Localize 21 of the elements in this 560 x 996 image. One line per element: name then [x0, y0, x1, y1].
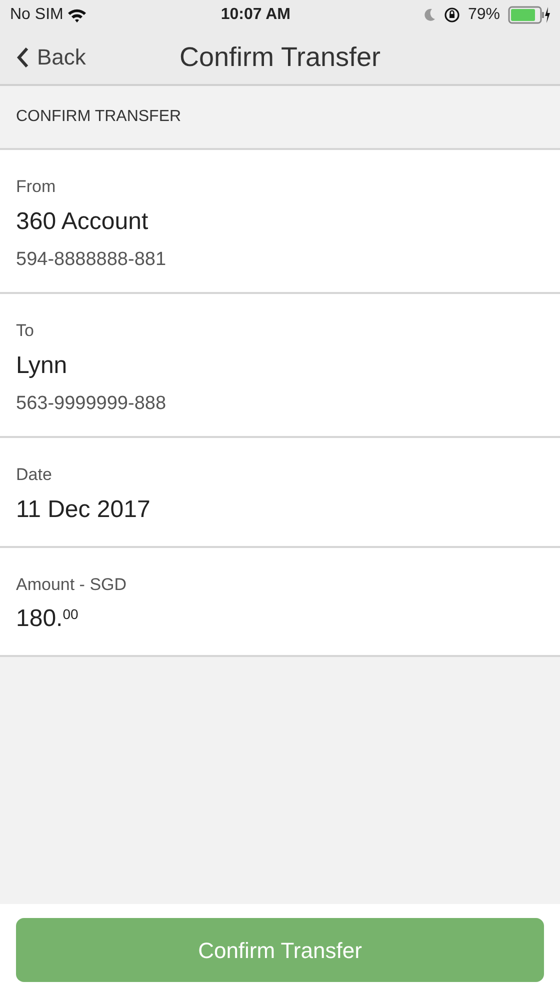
- field-value: Lynn: [16, 350, 68, 380]
- field-label: To: [16, 320, 35, 342]
- field-value: 11 Dec 2017: [16, 494, 152, 524]
- rotation-lock-icon: [444, 7, 460, 23]
- chevron-left-icon: [16, 46, 29, 68]
- section-header: CONFIRM TRANSFER: [16, 107, 182, 127]
- screen-title: Confirm Transfer: [179, 40, 381, 74]
- battery-text: 79%: [468, 5, 500, 25]
- clock-text: 10:07 AM: [220, 5, 290, 25]
- account-number: 563-9999999-888: [16, 392, 168, 416]
- carrier-text: No SIM: [10, 5, 64, 25]
- back-button[interactable]: Back: [16, 40, 86, 74]
- field-value: 360 Account: [16, 206, 150, 236]
- moon-icon: [424, 8, 436, 22]
- field-label: From: [16, 176, 57, 198]
- field-label: Amount - SGD: [16, 574, 128, 596]
- field-label: Date: [16, 464, 53, 486]
- field-value: 180.$^{00}$: [16, 604, 80, 634]
- battery-icon: [508, 6, 550, 24]
- account-number: 594-8888888-881: [16, 248, 168, 272]
- wifi-icon: [67, 8, 88, 22]
